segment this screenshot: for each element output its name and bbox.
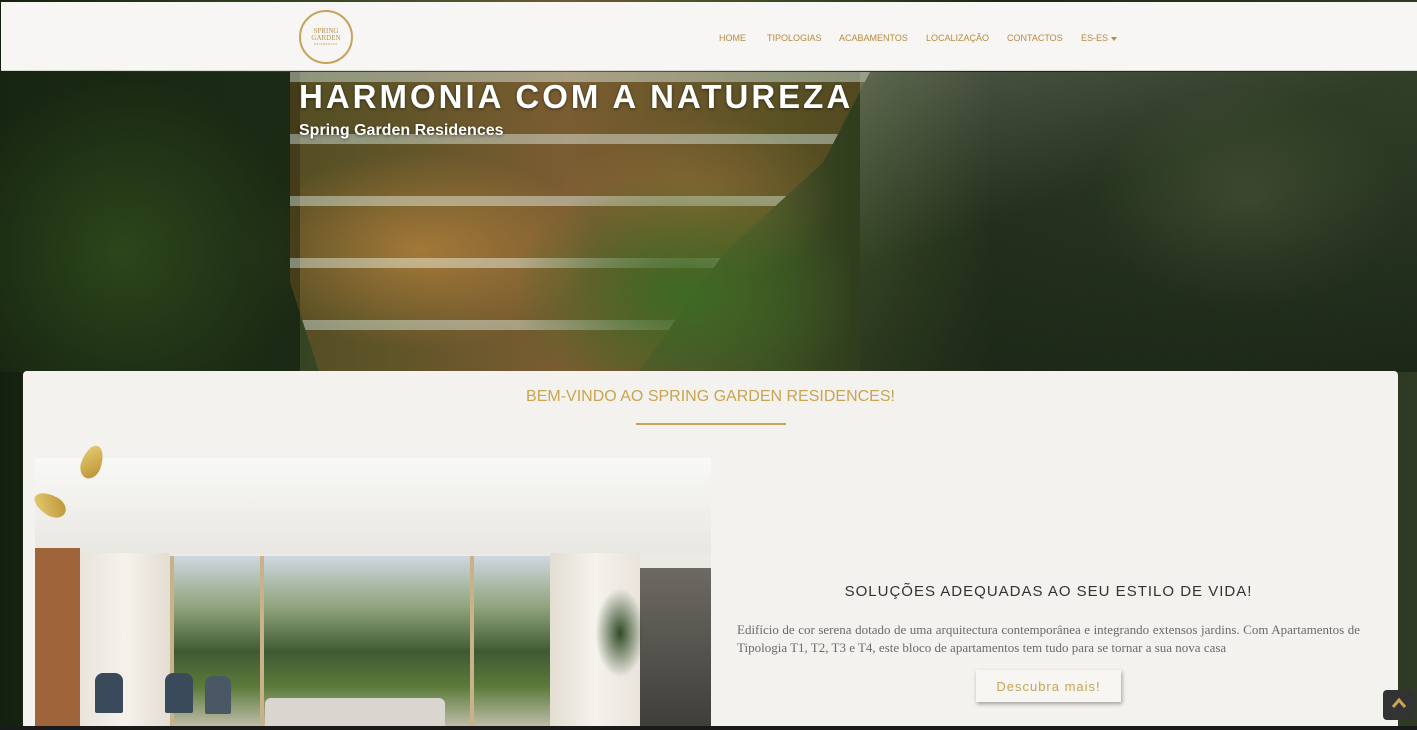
photo-chair: [95, 673, 123, 713]
photo-chair: [165, 673, 193, 713]
logo-text-garden: GARDEN: [311, 34, 341, 42]
navbar: SPRING GARDEN RESIDENCES HOME TIPOLOGIAS…: [1, 2, 1417, 71]
nav-item-localizacao[interactable]: LOCALIZAÇÃO: [926, 33, 989, 43]
bottom-edge: [0, 726, 1417, 730]
language-dropdown[interactable]: ES-ES: [1081, 33, 1118, 43]
photo-ceiling: [35, 458, 711, 553]
welcome-card: BEM-VINDO AO SPRING GARDEN RESIDENCES! S…: [23, 371, 1398, 730]
nav-item-acabamentos[interactable]: ACABAMENTOS: [839, 33, 908, 43]
photo-curtain: [80, 553, 170, 730]
hero-subtitle: Spring Garden Residences: [299, 122, 504, 139]
heading-divider: [636, 423, 786, 425]
photo-plant: [595, 588, 645, 678]
language-label: ES-ES: [1081, 33, 1109, 43]
hero-city-image: [860, 72, 1417, 372]
photo-chair: [205, 676, 231, 714]
brand-logo[interactable]: SPRING GARDEN RESIDENCES: [299, 10, 353, 64]
hero-title: HARMONIA COM A NATUREZA: [299, 78, 854, 115]
nav-item-home[interactable]: HOME: [719, 33, 746, 43]
welcome-heading: BEM-VINDO AO SPRING GARDEN RESIDENCES!: [526, 388, 895, 405]
scroll-to-top-button[interactable]: [1383, 690, 1415, 720]
hero-trees-left: [0, 72, 300, 372]
feature-heading: SOLUÇÕES ADEQUADAS AO SEU ESTILO DE VIDA…: [844, 583, 1253, 600]
chevron-up-icon: [1391, 696, 1407, 714]
feature-description: Edifício de cor serena dotado de uma arq…: [737, 622, 1360, 655]
discover-more-button[interactable]: Descubra mais!: [976, 670, 1121, 702]
caret-down-icon: [1111, 36, 1118, 41]
nav-item-tipologias[interactable]: TIPOLOGIAS: [767, 33, 822, 43]
hero-trees-mid: [520, 180, 850, 370]
logo-text-residences: RESIDENCES: [314, 42, 338, 46]
photo-window-frame: [470, 556, 474, 730]
photo-window-frame: [260, 556, 264, 730]
interior-photo: [35, 458, 711, 730]
photo-wall: [35, 548, 80, 730]
nav-item-contactos[interactable]: CONTACTOS: [1007, 33, 1063, 43]
photo-artwork: [640, 568, 711, 730]
